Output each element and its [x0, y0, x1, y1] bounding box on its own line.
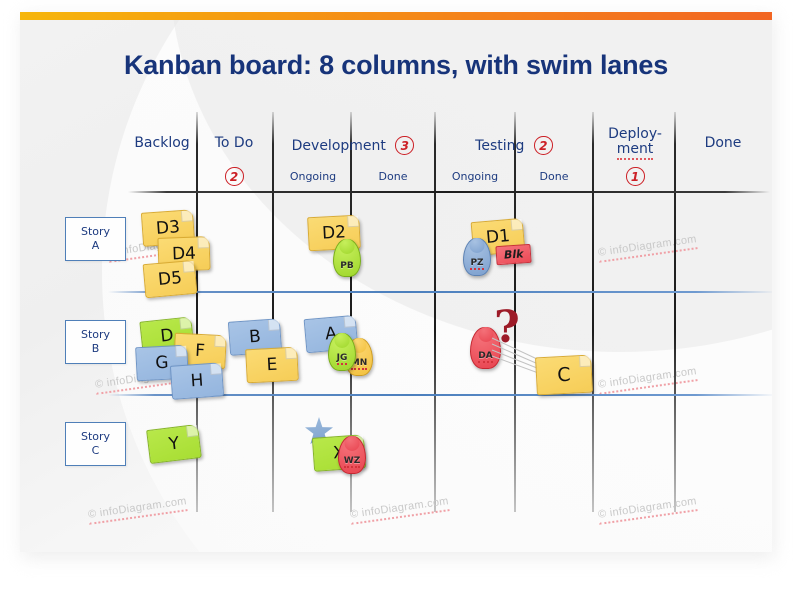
column-header-test-done[interactable]: Done — [516, 171, 592, 183]
column-header-testing[interactable]: Testing 2 — [438, 136, 590, 155]
swimlane-label-story-c[interactable]: Story C — [65, 422, 126, 466]
column-header-todo[interactable]: To Do — [200, 135, 268, 151]
kanban-card[interactable]: Y — [146, 423, 202, 465]
kanban-card[interactable]: E — [245, 346, 299, 384]
column-header-test-ongoing[interactable]: Ongoing — [436, 171, 514, 183]
column-header-dev-done[interactable]: Done — [352, 171, 434, 183]
kanban-board: Backlog To Do 2 Development 3 Ongoing Do… — [20, 12, 772, 552]
column-divider — [272, 112, 274, 512]
swimlane-label-story-a[interactable]: Story A — [65, 217, 126, 261]
column-header-development[interactable]: Development 3 — [276, 136, 430, 155]
avatar-token-pz[interactable]: PZ — [463, 238, 491, 276]
column-header-dev-ongoing[interactable]: Ongoing — [276, 171, 350, 183]
header-separator-line — [128, 191, 770, 193]
column-header-backlog[interactable]: Backlog — [128, 135, 196, 151]
page-title: Kanban board: 8 columns, with swim lanes — [123, 50, 669, 80]
column-divider — [592, 112, 594, 512]
swimlane-label-story-b[interactable]: Story B — [65, 320, 126, 364]
column-header-done[interactable]: Done — [678, 135, 768, 151]
blocked-tag[interactable]: Blk — [495, 243, 533, 266]
avatar-token-pb[interactable]: PB — [333, 239, 361, 277]
kanban-card[interactable]: H — [169, 362, 225, 400]
wip-limit-development: 3 — [395, 136, 415, 155]
avatar-token-jg[interactable]: JG — [328, 333, 356, 371]
avatar-token-wz[interactable]: WZ — [338, 436, 366, 474]
wip-limit-testing: 2 — [533, 136, 553, 155]
wip-limit-todo: 2 — [200, 167, 268, 186]
column-divider — [674, 112, 676, 512]
kanban-card[interactable]: C — [535, 354, 593, 396]
slide-canvas: Kanban board: 8 columns, with swim lanes… — [20, 12, 772, 552]
column-header-deployment[interactable]: Deploy- ment — [596, 126, 674, 161]
kanban-card[interactable]: D5 — [142, 259, 198, 299]
wip-limit-deployment: 1 — [596, 167, 674, 186]
accent-bar — [20, 12, 772, 20]
swimlane-divider — [108, 291, 772, 293]
